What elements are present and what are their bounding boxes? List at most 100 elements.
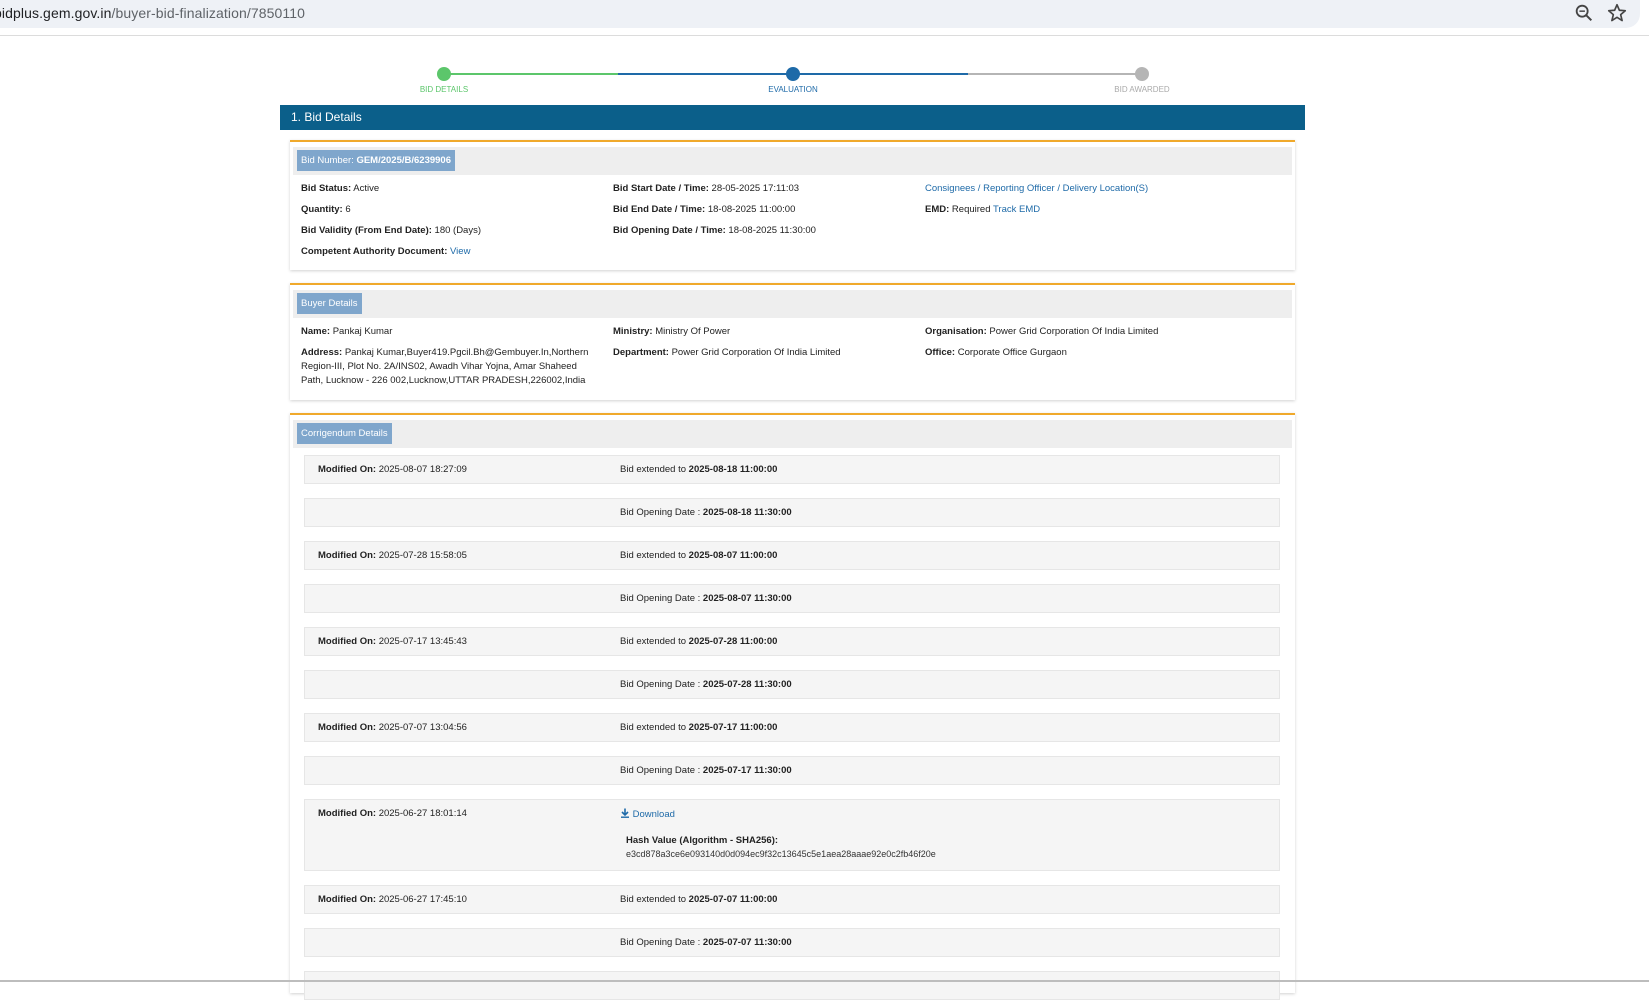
quantity: Quantity: 6 <box>301 203 351 217</box>
step-line-pending <box>968 73 1142 75</box>
buyer-office-value: Corporate Office Gurgaon <box>957 347 1067 358</box>
bid-opening-date-value: 2025-07-28 11:30:00 <box>702 679 792 690</box>
bid-extended-value: 2025-08-18 11:00:00 <box>688 464 778 475</box>
bid-opening-date-label: Bid Opening Date : <box>620 937 701 948</box>
modified-on-value: 2025-06-27 17:45:10 <box>378 894 467 905</box>
bid-extended-label: Bid extended to <box>620 636 687 647</box>
modified-on-value: 2025-07-17 13:45:43 <box>378 636 467 647</box>
buyer-name-value: Pankaj Kumar <box>332 326 393 337</box>
emd: EMD: Required Track EMD <box>925 203 1040 217</box>
buyer-organisation-label: Organisation: <box>925 326 987 337</box>
modified-on-label: Modified On: <box>318 808 377 819</box>
bid-panel-head: Bid Number: GEM/2025/B/6239906 <box>293 147 1292 175</box>
bid-status: Bid Status: Active <box>301 182 379 196</box>
modified-on-value: 2025-07-07 13:04:56 <box>378 722 467 733</box>
hash-value: e3cd878a3ce6e093140d0d094ec9f32c13645c5e… <box>626 849 936 859</box>
buyer-organisation: Organisation: Power Grid Corporation Of … <box>925 325 1158 339</box>
corrigendum-row-partial <box>304 971 1280 1000</box>
modified-on-value: 2025-08-07 18:27:09 <box>378 464 467 475</box>
bid-extended-label: Bid extended to <box>620 722 687 733</box>
bid-extended-value: 2025-07-17 11:00:00 <box>688 722 778 733</box>
step-label-bid-awarded: BID AWARDED <box>1114 85 1170 94</box>
buyer-ministry: Ministry: Ministry Of Power <box>613 325 730 339</box>
competent-authority-label: Competent Authority Document: <box>301 246 448 257</box>
bid-validity: Bid Validity (From End Date): 180 (Days) <box>301 224 481 238</box>
bid-opening-date-label: Bid Opening Date : <box>620 507 701 518</box>
download-link[interactable]: Download <box>620 808 675 820</box>
corrigendum-panel: Corrigendum Details Modified On: 2025-08… <box>290 413 1295 1000</box>
browser-toolbar: bidplus.gem.gov.in/buyer-bid-finalizatio… <box>0 0 1649 36</box>
quantity-value: 6 <box>345 204 351 215</box>
bid-start-value: 28-05-2025 17:11:03 <box>711 183 800 194</box>
bid-opening-date: Bid Opening Date : 2025-07-17 11:30:00 <box>620 765 792 776</box>
bid-opening-date: Bid Opening Date : 2025-07-28 11:30:00 <box>620 679 792 690</box>
bid-number-badge: Bid Number: GEM/2025/B/6239906 <box>297 150 455 171</box>
bid-validity-label: Bid Validity (From End Date): <box>301 225 432 236</box>
bid-status-label: Bid Status: <box>301 183 352 194</box>
bid-opening-date: Bid Opening Date : 2025-08-07 11:30:00 <box>620 593 792 604</box>
modified-on-value: 2025-06-27 18:01:14 <box>378 808 467 819</box>
bid-end-value: 18-08-2025 11:00:00 <box>707 204 796 215</box>
step-dot-evaluation[interactable] <box>786 67 800 81</box>
bid-start: Bid Start Date / Time: 28-05-2025 17:11:… <box>613 182 799 196</box>
buyer-organisation-value: Power Grid Corporation Of India Limited <box>989 326 1159 337</box>
competent-authority: Competent Authority Document: View <box>301 245 470 259</box>
bid-opening-date-value: 2025-08-18 11:30:00 <box>702 507 792 518</box>
address-bar[interactable]: bidplus.gem.gov.in/buyer-bid-finalizatio… <box>0 0 1640 28</box>
step-label-evaluation: EVALUATION <box>768 85 818 94</box>
corrigendum-panel-head: Corrigendum Details <box>293 420 1292 448</box>
consignees-link[interactable]: Consignees / Reporting Officer / Deliver… <box>925 183 1148 194</box>
buyer-office-label: Office: <box>925 347 956 358</box>
step-line-done <box>443 73 618 75</box>
download-label: Download <box>632 809 675 820</box>
modified-on-label: Modified On: <box>318 464 377 475</box>
corrigendum-row: Bid Opening Date : 2025-07-28 11:30:00 <box>304 670 1280 699</box>
bid-opening-value: 18-08-2025 11:30:00 <box>728 225 816 236</box>
step-dot-bid-details[interactable] <box>437 67 451 81</box>
bid-extended-value: 2025-07-28 11:00:00 <box>688 636 778 647</box>
bid-opening-date-value: 2025-08-07 11:30:00 <box>702 593 792 604</box>
buyer-details-badge: Buyer Details <box>297 293 362 314</box>
corrigendum-details-badge: Corrigendum Details <box>297 423 392 444</box>
emd-value: Required <box>951 204 991 215</box>
bid-extended-label: Bid extended to <box>620 894 687 905</box>
consignees: Consignees / Reporting Officer / Deliver… <box>925 182 1148 196</box>
star-icon[interactable] <box>1606 2 1628 24</box>
modified-on-label: Modified On: <box>318 636 377 647</box>
bid-extended-value: 2025-07-07 11:00:00 <box>688 894 778 905</box>
window-bottom-edge <box>0 980 1649 982</box>
progress-stepper: BID DETAILS EVALUATION BID AWARDED <box>420 66 1170 96</box>
buyer-name-label: Name: <box>301 326 331 337</box>
modified-on: Modified On: 2025-07-28 15:58:05 <box>318 550 467 561</box>
bid-opening-date-value: 2025-07-17 11:30:00 <box>702 765 792 776</box>
buyer-address-label: Address: <box>301 347 343 358</box>
hash-label-text: Hash Value (Algorithm - SHA256): <box>626 835 779 846</box>
bid-extended: Bid extended to 2025-08-07 11:00:00 <box>620 550 777 561</box>
step-dot-bid-awarded[interactable] <box>1135 67 1149 81</box>
emd-label: EMD: <box>925 204 950 215</box>
bid-extended: Bid extended to 2025-07-17 11:00:00 <box>620 722 777 733</box>
url-domain: bidplus.gem.gov.in <box>0 5 112 21</box>
buyer-panel: Buyer Details Name: Pankaj Kumar Address… <box>290 283 1295 400</box>
bid-end: Bid End Date / Time: 18-08-2025 11:00:00 <box>613 203 795 217</box>
zoom-icon[interactable] <box>1573 2 1595 24</box>
buyer-address: Address: Pankaj Kumar,Buyer419.Pgcil.Bh@… <box>301 346 597 388</box>
url-text[interactable]: bidplus.gem.gov.in/buyer-bid-finalizatio… <box>0 5 305 21</box>
bid-opening-date-label: Bid Opening Date : <box>620 679 701 690</box>
bid-opening-date: Bid Opening Date : 2025-07-07 11:30:00 <box>620 937 792 948</box>
competent-authority-view-link[interactable]: View <box>450 246 470 257</box>
corrigendum-row: Bid Opening Date : 2025-07-17 11:30:00 <box>304 756 1280 785</box>
buyer-ministry-label: Ministry: <box>613 326 653 337</box>
track-emd-link[interactable]: Track EMD <box>993 204 1040 215</box>
bid-extended-label: Bid extended to <box>620 464 687 475</box>
bid-extended: Bid extended to 2025-08-18 11:00:00 <box>620 464 777 475</box>
modified-on-label: Modified On: <box>318 894 377 905</box>
bid-opening-label: Bid Opening Date / Time: <box>613 225 726 236</box>
bid-opening-date-value: 2025-07-07 11:30:00 <box>702 937 792 948</box>
bid-panel: Bid Number: GEM/2025/B/6239906 Bid Statu… <box>290 140 1295 270</box>
bid-end-label: Bid End Date / Time: <box>613 204 706 215</box>
step-line-current <box>618 73 793 75</box>
bid-start-label: Bid Start Date / Time: <box>613 183 709 194</box>
corrigendum-row: Bid Opening Date : 2025-08-18 11:30:00 <box>304 498 1280 527</box>
buyer-ministry-value: Ministry Of Power <box>655 326 731 337</box>
